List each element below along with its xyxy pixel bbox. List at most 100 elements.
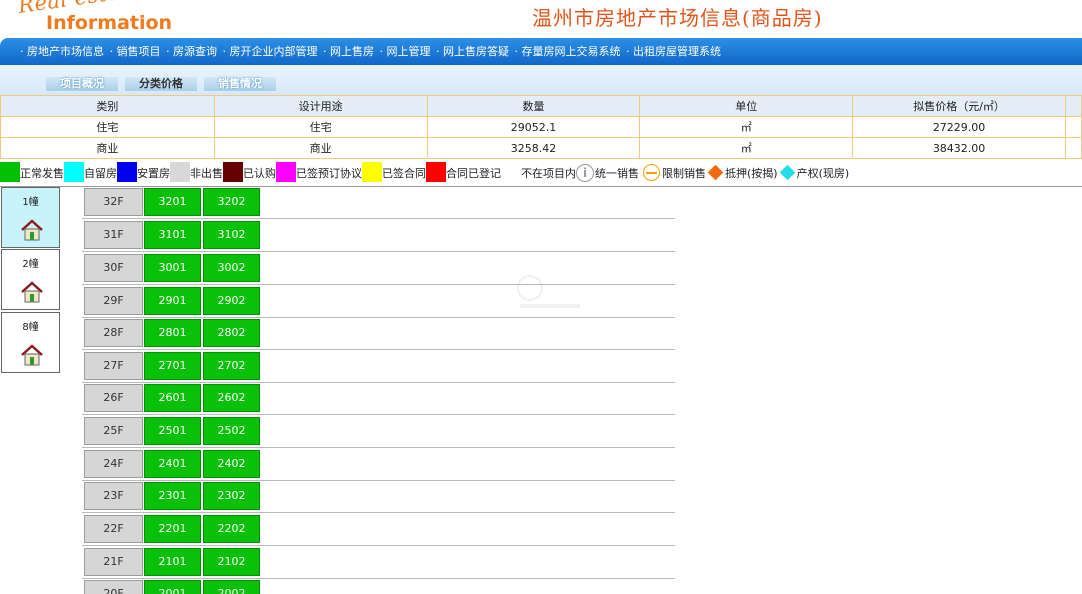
floor-row: 21F 2101 2102 <box>82 546 675 579</box>
legend-item: 限制销售 <box>639 164 706 182</box>
legend-item: 非出售 <box>170 162 223 182</box>
table-cell: 住宅 <box>0 116 215 138</box>
property-diamond-icon <box>779 164 795 181</box>
unit-cell[interactable]: 2102 <box>203 548 260 576</box>
table-header-filler <box>1064 95 1082 117</box>
legend-item: 自留房 <box>64 162 117 182</box>
unit-cell[interactable]: 2802 <box>203 319 260 347</box>
unit-cell[interactable]: 2301 <box>144 482 201 510</box>
unit-cell[interactable]: 2701 <box>144 352 201 380</box>
legend-swatch <box>223 162 243 182</box>
legend-swatch <box>362 162 382 182</box>
table-cell: 27229.00 <box>852 116 1066 138</box>
nav-housing-search[interactable]: · 房源查询 <box>166 45 217 58</box>
floor-row: 31F 3101 3102 <box>82 219 675 252</box>
floor-label: 26F <box>84 384 143 412</box>
legend-item: 已签预订协议 <box>276 162 362 182</box>
table-row: 商业 商业 3258.42 ㎡ 38432.00 <box>0 137 1082 159</box>
unit-cell[interactable]: 3202 <box>203 188 260 216</box>
legend-swatch <box>170 162 190 182</box>
table-row: 住宅 住宅 29052.1 ㎡ 27229.00 <box>0 116 1082 138</box>
floor-row: 26F 2601 2602 <box>82 382 675 415</box>
floor-row: 20F 2001 2002 <box>82 578 675 594</box>
unit-cell[interactable]: 2801 <box>144 319 201 347</box>
building-label: 1幢 <box>22 197 39 208</box>
unit-cell[interactable]: 2402 <box>203 450 260 478</box>
floor-row: 25F 2501 2502 <box>82 415 675 448</box>
floor-label: 24F <box>84 450 143 478</box>
building-8[interactable]: 8幢 <box>1 312 60 373</box>
table-cell: ㎡ <box>639 116 854 138</box>
unit-cell[interactable]: 2202 <box>203 515 260 543</box>
legend-item: 已认购 <box>223 162 276 182</box>
table-cell: 住宅 <box>213 116 428 138</box>
legend-swatch <box>276 162 296 182</box>
table-cell-filler <box>1064 116 1082 138</box>
unit-cell[interactable]: 2201 <box>144 515 201 543</box>
nav-market-info[interactable]: · 房地产市场信息 <box>20 45 104 58</box>
table-header: 类别 <box>0 95 215 117</box>
legend-swatch <box>426 162 446 182</box>
table-cell: 29052.1 <box>426 116 641 138</box>
nav-developer-admin[interactable]: · 房开企业内部管理 <box>223 45 318 58</box>
nav-online-faq[interactable]: · 网上售房答疑 <box>436 45 509 58</box>
building-label: 2幢 <box>22 259 39 270</box>
restricted-circle-icon <box>643 164 660 181</box>
floor-label: 32F <box>84 188 143 216</box>
tab-sales-status[interactable]: 销售情况 <box>204 77 276 91</box>
house-icon <box>21 219 43 241</box>
unit-cell[interactable]: 3201 <box>144 188 201 216</box>
floor-label: 20F <box>84 580 143 594</box>
tab-project-overview[interactable]: 项目概况 <box>46 77 118 91</box>
unit-cell[interactable]: 3001 <box>144 254 201 282</box>
unit-cell[interactable]: 2401 <box>144 450 201 478</box>
legend-item: 正常发售 <box>0 162 64 182</box>
unit-cell[interactable]: 2602 <box>203 384 260 412</box>
nav-rental-management[interactable]: · 出租房屋管理系统 <box>626 45 721 58</box>
unit-cell[interactable]: 2902 <box>203 287 260 315</box>
table-cell: 38432.00 <box>852 137 1066 159</box>
unit-cell[interactable]: 2702 <box>203 352 260 380</box>
legend-item: 合同已登记 <box>426 162 501 182</box>
unit-cell[interactable]: 3101 <box>144 221 201 249</box>
floor-row: 24F 2401 2402 <box>82 448 675 481</box>
floor-row: 27F 2701 2702 <box>82 350 675 383</box>
floor-row: 32F 3201 3202 <box>82 186 675 219</box>
floor-label: 25F <box>84 417 143 445</box>
floor-row: 28F 2801 2802 <box>82 317 675 350</box>
status-legend: 正常发售 自留房 安置房 非出售 已认购 已签预订协议 已签合同 合同已登记 不… <box>0 158 1082 182</box>
table-cell-filler <box>1064 137 1082 159</box>
unit-cell[interactable]: 2002 <box>203 580 260 594</box>
nav-online-management[interactable]: · 网上管理 <box>380 45 431 58</box>
floor-label: 30F <box>84 254 143 282</box>
nav-stock-trading[interactable]: · 存量房网上交易系统 <box>515 45 621 58</box>
building-1[interactable]: 1幢 <box>1 187 60 248</box>
category-price-table: 类别 设计用途 数量 单位 拟售价格（元/㎡） 住宅 住宅 29052.1 ㎡ … <box>0 95 1082 159</box>
unit-cell[interactable]: 2502 <box>203 417 260 445</box>
floor-label: 28F <box>84 319 143 347</box>
mortgage-diamond-icon <box>707 164 724 181</box>
legend-swatch <box>117 162 137 182</box>
unit-cell[interactable]: 2302 <box>203 482 260 510</box>
table-header: 设计用途 <box>213 95 428 117</box>
legend-item: 已签合同 <box>362 162 426 182</box>
house-icon <box>21 344 43 366</box>
table-header: 数量 <box>426 95 641 117</box>
building-2[interactable]: 2幢 <box>1 249 60 310</box>
unit-cell[interactable]: 3102 <box>203 221 260 249</box>
tab-category-price[interactable]: 分类价格 <box>125 77 197 91</box>
unit-cell[interactable]: 3002 <box>203 254 260 282</box>
legend-swatch <box>501 162 521 182</box>
table-cell: 商业 <box>0 137 215 159</box>
floor-label: 21F <box>84 548 143 576</box>
unit-cell[interactable]: 2601 <box>144 384 201 412</box>
unit-cell[interactable]: 2901 <box>144 287 201 315</box>
unit-cell[interactable]: 2001 <box>144 580 201 594</box>
nav-online-sales[interactable]: · 网上售房 <box>323 45 374 58</box>
floor-row: 23F 2301 2302 <box>82 480 675 513</box>
unit-cell[interactable]: 2101 <box>144 548 201 576</box>
legend-item: i 统一销售 <box>576 164 639 182</box>
unit-cell[interactable]: 2501 <box>144 417 201 445</box>
nav-sales-projects[interactable]: · 销售项目 <box>110 45 161 58</box>
logo-text-main: Information <box>46 12 173 34</box>
